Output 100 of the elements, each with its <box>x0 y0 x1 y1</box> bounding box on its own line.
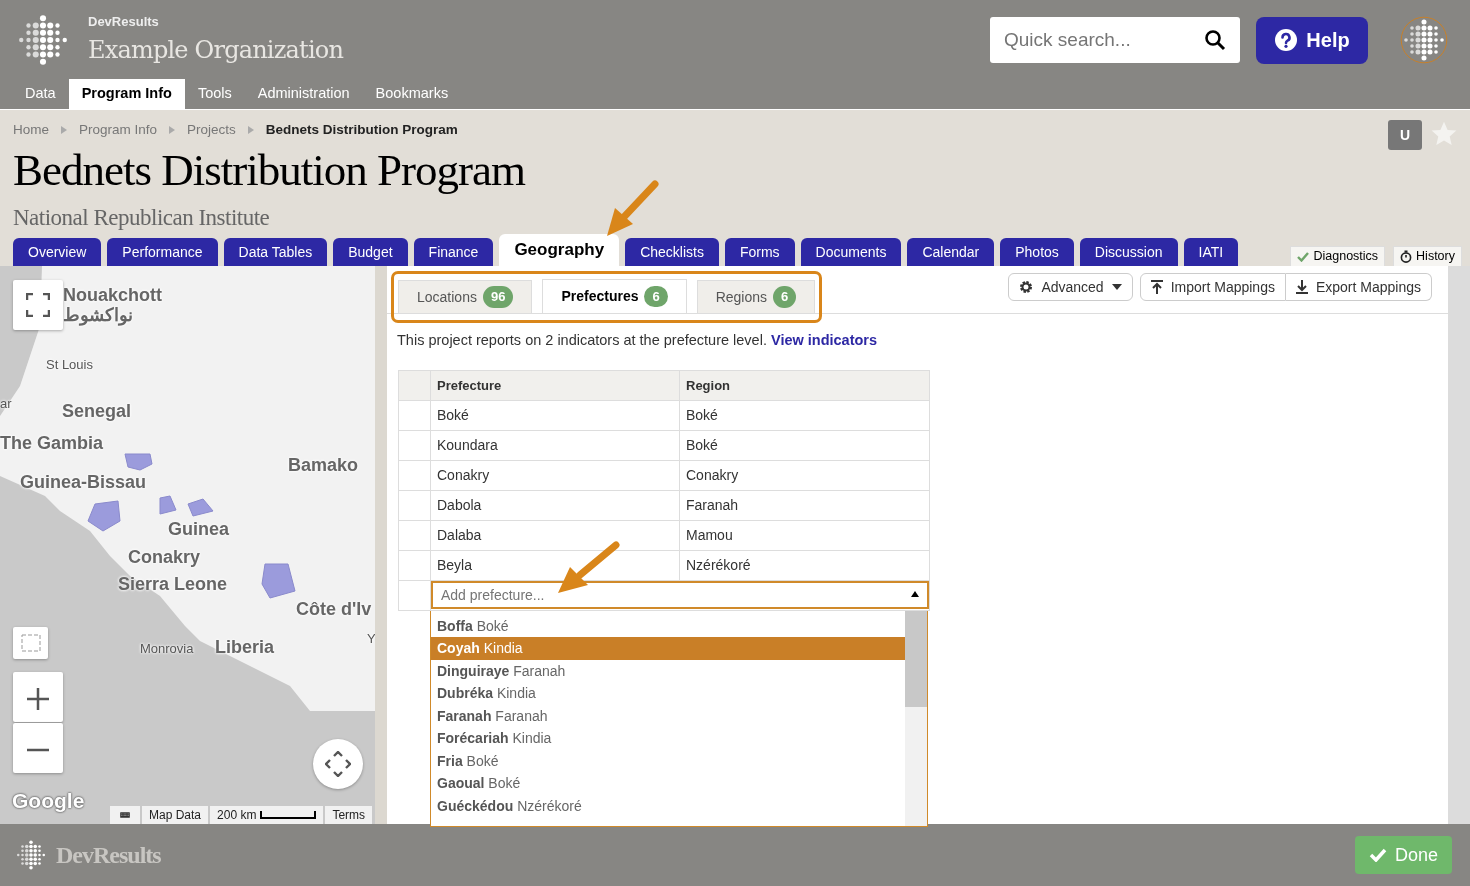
fit-bounds-button[interactable] <box>13 627 48 659</box>
terms-link[interactable]: Terms <box>325 806 373 824</box>
section-tab[interactable]: Performance <box>107 238 218 266</box>
table-cell: Boké <box>430 400 680 431</box>
scrollbar-track[interactable] <box>905 610 927 826</box>
keyboard-icon[interactable] <box>110 806 140 824</box>
table-cell: Dabola <box>430 490 680 521</box>
nav-tab[interactable]: Data <box>12 79 69 109</box>
section-tab[interactable]: Calendar <box>907 238 995 266</box>
side-tab[interactable]: Diagnostics <box>1290 246 1386 266</box>
subtab[interactable]: Regions 6 <box>696 280 816 313</box>
export-button[interactable]: Export Mappings <box>1285 273 1432 301</box>
page-title: Bednets Distribution Program <box>13 148 525 194</box>
section-tab[interactable]: Photos <box>1000 238 1074 266</box>
nav-tab[interactable]: Program Info <box>68 79 185 109</box>
caret-icon <box>1111 284 1122 290</box>
subtab[interactable]: Locations 96 <box>398 280 533 313</box>
highlighted-region[interactable] <box>261 563 296 599</box>
map-label: Sierra Leone <box>118 575 228 593</box>
scrollbar-thumb[interactable] <box>905 610 927 707</box>
section-tab[interactable]: Discussion <box>1079 238 1178 266</box>
map-label: Conakry <box>128 548 201 566</box>
map-data-link[interactable]: Map Data <box>142 806 209 824</box>
map-label: نواكشوط <box>63 306 133 324</box>
column-header: Prefecture <box>430 370 680 401</box>
scrollbar-track[interactable] <box>1448 266 1470 824</box>
organization-name: Example Organization <box>88 34 344 66</box>
section-tab[interactable]: IATI <box>1183 238 1239 266</box>
add-prefecture-select[interactable]: Add prefecture... <box>431 581 929 610</box>
import-button[interactable]: Import Mappings <box>1139 273 1286 301</box>
count-badge: 6 <box>773 286 797 308</box>
fullscreen-icon <box>26 293 50 317</box>
nav-tab[interactable]: Bookmarks <box>362 79 462 109</box>
search-icon <box>1204 29 1226 51</box>
table-cell: Koundara <box>430 430 680 461</box>
advanced-dropdown[interactable]: Advanced <box>1008 273 1133 301</box>
map-label: Guinea <box>168 520 229 538</box>
section-tab[interactable]: Budget <box>333 238 408 266</box>
map-logo: Google <box>12 790 85 811</box>
footer-logo-icon <box>14 838 48 872</box>
highlighted-region[interactable] <box>87 500 121 532</box>
column-header: Region <box>679 370 930 401</box>
section-tab[interactable]: Checklists <box>625 238 719 266</box>
check-icon <box>1368 848 1387 862</box>
fullscreen-button[interactable] <box>13 280 63 330</box>
plus-icon <box>27 688 49 711</box>
dropdown-option[interactable]: Faranah Faranah <box>431 704 905 728</box>
section-tab[interactable]: Forms <box>724 238 795 266</box>
help-button[interactable]: Help <box>1256 16 1368 64</box>
map-label: Liberia <box>215 638 275 656</box>
dropdown-option[interactable]: Boffa Boké <box>431 614 905 638</box>
map-label: ar <box>0 397 12 410</box>
nav-tab[interactable]: Administration <box>244 79 363 109</box>
upload-icon <box>1150 280 1163 294</box>
move-icon <box>325 751 351 777</box>
subtab[interactable]: Prefectures 6 <box>542 279 687 313</box>
table-cell: Nzérékoré <box>679 550 930 581</box>
table-cell: Conakry <box>430 460 680 491</box>
dropdown-option[interactable]: Fria Boké <box>431 749 905 773</box>
dropdown-option[interactable]: Dubréka Kindia <box>431 682 905 705</box>
section-tab[interactable]: Documents <box>800 238 902 266</box>
dropdown-option[interactable]: Forécariah Kindia <box>431 727 905 750</box>
zoom-in-button[interactable] <box>13 672 63 722</box>
table-cell: Dalaba <box>430 520 680 551</box>
highlighted-region[interactable] <box>159 495 177 515</box>
download-icon <box>1295 280 1308 294</box>
map-label: Senegal <box>62 402 132 420</box>
map-label: The Gambia <box>0 434 104 452</box>
side-tab[interactable]: History <box>1393 246 1462 266</box>
search-field[interactable]: Quick search... <box>990 17 1240 63</box>
user-badge[interactable]: U <box>1388 120 1422 150</box>
map-label: St Louis <box>46 358 93 371</box>
minus-icon <box>27 748 49 753</box>
stopwatch-icon <box>1400 250 1413 263</box>
table-cell: Boké <box>679 400 930 431</box>
section-tab[interactable]: Geography <box>499 234 620 266</box>
frame-icon <box>20 634 41 652</box>
brand-name: DevResults <box>88 13 160 32</box>
breadcrumb-current: Bednets Distribution Program <box>265 121 458 139</box>
avatar-icon[interactable] <box>1400 16 1448 64</box>
map-label: Nouakchott <box>63 286 162 304</box>
map-label: Guinea-Bissau <box>20 473 147 491</box>
dropdown-option[interactable]: Dinguiraye Faranah <box>431 659 905 683</box>
section-tab[interactable]: Finance <box>413 238 494 266</box>
intro-text: This project reports on 2 indicators at the prefecture level. <box>397 332 767 348</box>
highlighted-region[interactable] <box>187 498 214 517</box>
nav-tab[interactable]: Tools <box>184 79 245 109</box>
star-icon[interactable] <box>1430 120 1458 148</box>
dropdown-option[interactable]: Gaoual Boké <box>431 772 905 795</box>
table-cell: Boké <box>679 430 930 461</box>
breadcrumb-separator-icon <box>169 126 176 135</box>
pan-button[interactable] <box>313 739 363 789</box>
view-indicators-link[interactable]: View indicators <box>770 332 878 348</box>
map-label: Bamako <box>288 456 359 474</box>
map-label: Côte d'Iv <box>296 600 372 618</box>
dropdown-option[interactable]: Guéckédou Nzérékoré <box>431 794 905 818</box>
check-icon <box>1297 251 1310 262</box>
highlighted-region[interactable] <box>124 453 153 471</box>
section-tab[interactable]: Data Tables <box>223 238 328 266</box>
section-tab[interactable]: Overview <box>13 238 102 266</box>
